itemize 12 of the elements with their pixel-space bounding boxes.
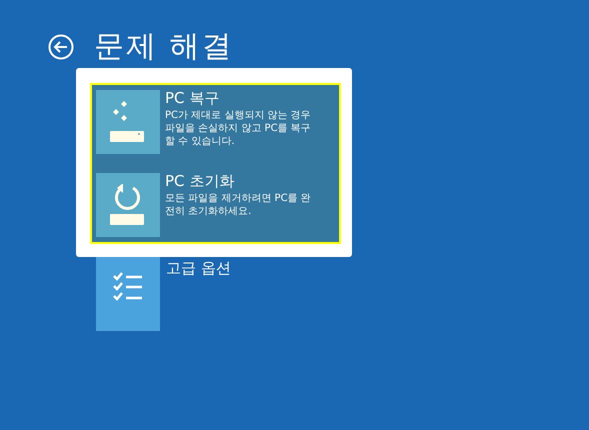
drive-reset-icon (110, 184, 146, 226)
option-title[interactable]: PC 초기화 (165, 173, 317, 190)
option-label[interactable]: 고급 옵션 (166, 259, 231, 331)
option-tile[interactable] (96, 173, 160, 237)
back-button[interactable] (48, 34, 74, 60)
option-tile[interactable] (96, 90, 160, 154)
option-title[interactable]: PC 복구 (165, 90, 317, 107)
drive-sparkle-icon (110, 101, 146, 143)
option-description: PC가 제대로 실행되지 않는 경우 파일을 손실하지 않고 PC를 복구할 수 있습니다. (165, 109, 312, 148)
option-description: 모든 파일을 제거하려면 PC를 완전히 초기화하세요. (165, 192, 312, 218)
checklist-icon (112, 271, 144, 303)
page-title: 문제 해결 (94, 28, 234, 66)
